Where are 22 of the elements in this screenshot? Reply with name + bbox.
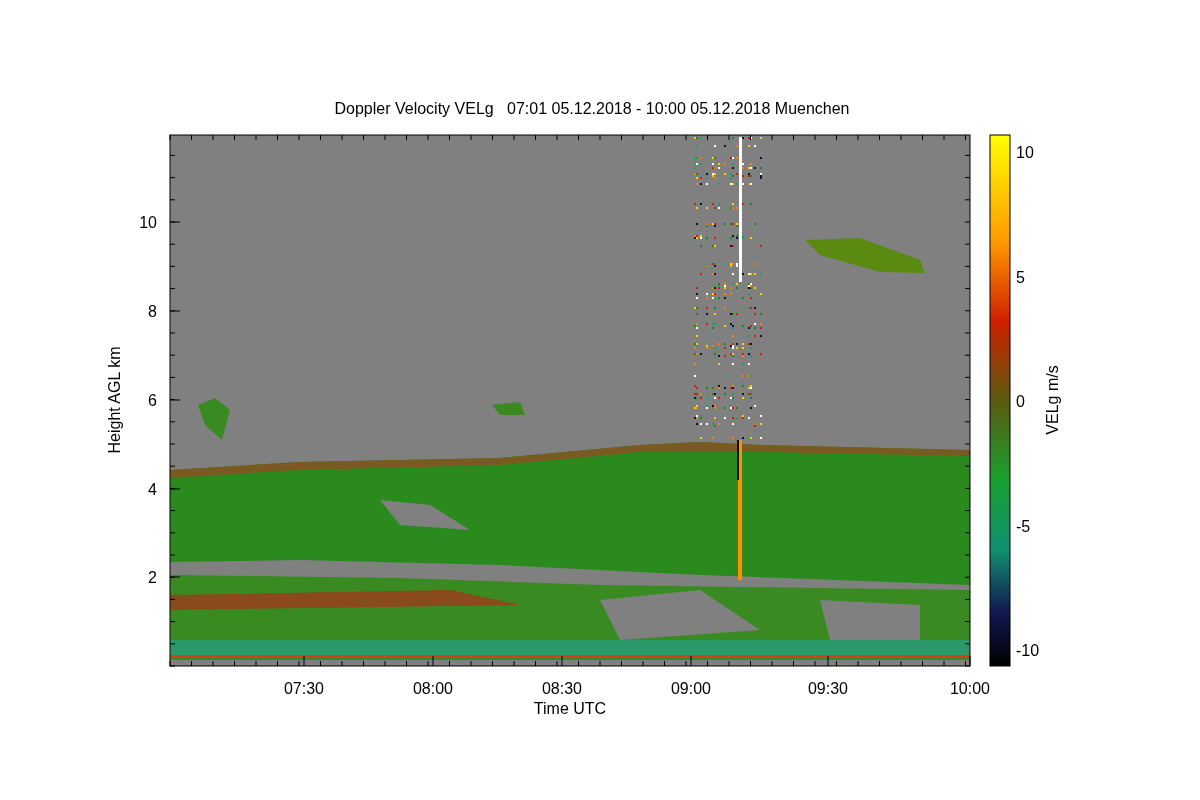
- colorbar-label: VELg m/s: [1044, 365, 1061, 435]
- y-tick-label: 4: [148, 481, 157, 498]
- x-tick-label: 07:30: [284, 680, 324, 697]
- colorbar-tick-label: 5: [1016, 269, 1025, 286]
- colorbar-tick-label: 0: [1016, 393, 1025, 410]
- x-tick-label: 08:30: [542, 680, 582, 697]
- y-tick-label: 6: [148, 392, 157, 409]
- cloud-echo: [492, 402, 525, 415]
- chart-title: Doppler Velocity VELg 07:01 05.12.2018 - 10:00 05.12.2018 Muenchen: [334, 100, 850, 117]
- x-tick-label: 08:00: [413, 680, 453, 697]
- y-tick-label: 2: [148, 569, 157, 586]
- y-tick-label: 10: [139, 214, 157, 231]
- y-tick-label: 8: [148, 303, 157, 320]
- x-axis-label: Time UTC: [533, 700, 607, 717]
- cloud-echo: [198, 398, 230, 440]
- colorbar-tick-label: -10: [1016, 642, 1040, 659]
- x-tick-label: 09:30: [808, 680, 848, 697]
- x-tick-label: 10:00: [950, 680, 990, 697]
- x-tick-label: 09:00: [671, 680, 711, 697]
- y-axis-label: Height AGL km: [106, 346, 123, 454]
- colorbar-tick-label: 10: [1016, 144, 1034, 161]
- colorbar-tick-label: -5: [1016, 518, 1031, 535]
